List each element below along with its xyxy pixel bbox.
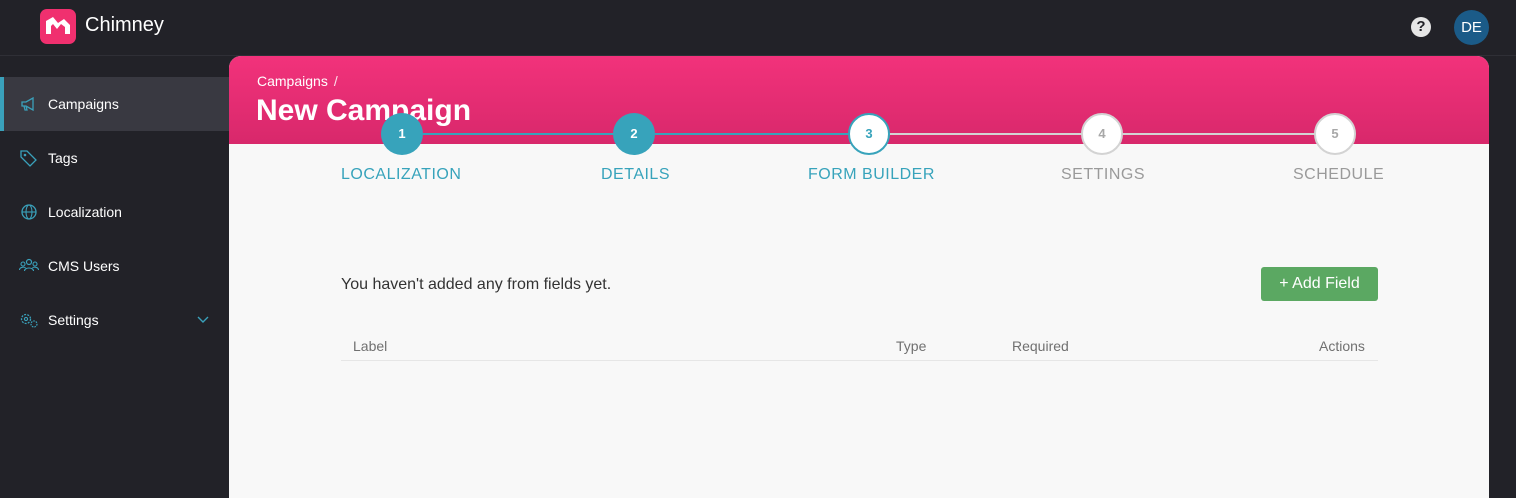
globe-icon [21, 204, 37, 220]
main-panel: Campaigns / New Campaign 1 2 3 4 5 LOCALI… [229, 56, 1489, 498]
sidebar-item-localization[interactable]: Localization [0, 185, 229, 239]
step-3-label[interactable]: FORM BUILDER [808, 166, 935, 184]
sidebar-item-label: Tags [48, 150, 78, 166]
column-header-required: Required [1012, 338, 1069, 354]
step-connector [423, 133, 635, 135]
top-bar: Chimney ? DE [0, 0, 1516, 56]
step-1-circle[interactable]: 1 [381, 113, 423, 155]
column-header-type: Type [896, 338, 927, 354]
sidebar-item-label: Settings [48, 312, 99, 328]
page-title: New Campaign [256, 94, 472, 127]
sidebar-item-campaigns[interactable]: Campaigns [0, 77, 229, 131]
help-icon[interactable]: ? [1411, 17, 1431, 37]
chimney-logo-icon[interactable] [40, 9, 76, 44]
gears-icon [20, 313, 38, 328]
sidebar-item-cms-users[interactable]: CMS Users [0, 239, 229, 293]
sidebar-item-settings[interactable]: Settings [0, 293, 229, 347]
add-field-button[interactable]: + Add Field [1261, 267, 1378, 301]
sidebar-item-label: CMS Users [48, 258, 120, 274]
step-3-circle[interactable]: 3 [848, 113, 890, 155]
step-connector [1123, 133, 1335, 135]
users-icon [19, 258, 39, 272]
breadcrumb-separator: / [333, 73, 338, 89]
step-4-label: SETTINGS [1061, 166, 1146, 183]
step-connector [655, 133, 867, 135]
sidebar-item-tags[interactable]: Tags [0, 131, 229, 185]
tag-icon [20, 150, 37, 167]
step-4-circle: 4 [1081, 113, 1123, 155]
step-5-circle: 5 [1314, 113, 1356, 155]
chevron-down-icon[interactable] [196, 312, 210, 326]
column-header-label: Label [353, 338, 388, 354]
step-2-label[interactable]: DETAILS [601, 166, 670, 184]
step-connector [889, 133, 1102, 135]
column-header-actions: Actions [1319, 338, 1365, 354]
step-1-label[interactable]: LOCALIZATION [341, 166, 461, 184]
breadcrumb: Campaigns / [257, 73, 338, 89]
app-name: Chimney [85, 14, 164, 36]
megaphone-icon [21, 96, 34, 112]
sidebar-item-label: Campaigns [48, 96, 119, 112]
sidebar-item-label: Localization [48, 204, 122, 220]
user-avatar[interactable]: DE [1454, 10, 1489, 45]
empty-fields-message: You haven't added any from fields yet. [341, 276, 612, 293]
step-5-label: SCHEDULE [1293, 166, 1385, 183]
sidebar: Campaigns Tags Localization CMS Users Se… [0, 77, 229, 347]
step-2-circle[interactable]: 2 [613, 113, 655, 155]
breadcrumb-link-campaigns[interactable]: Campaigns [257, 73, 328, 89]
fields-table-header: Label Type Required Actions [341, 332, 1378, 361]
